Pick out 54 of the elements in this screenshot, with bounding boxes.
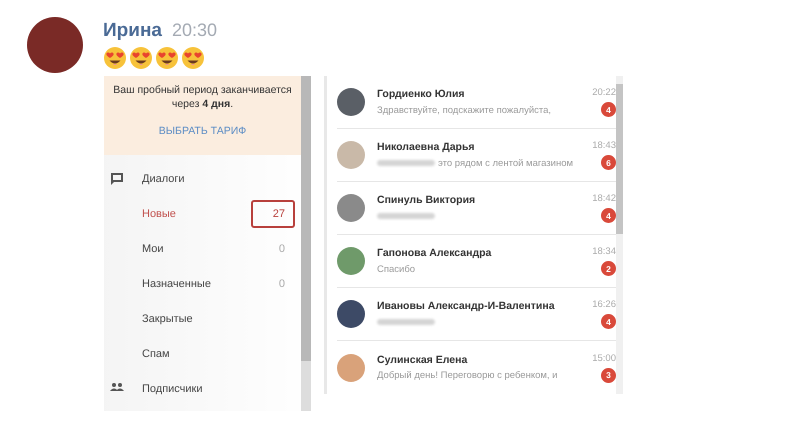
avatar-photo [337,88,365,116]
avatar-photo [337,300,365,328]
contact-name: Спинуль Виктория [377,194,476,206]
menu-item[interactable]: Мои [142,242,251,254]
dialog-item[interactable]: Гордиенко Юлия Здравствуйте, подскажите пожалуйста, 20:22 4 [337,76,616,129]
contact-name: Гапонова Александра [377,247,492,259]
menu-section[interactable]: Диалоги [142,172,293,184]
menu-item[interactable]: Назначенные [142,278,251,290]
dialog-time: 18:34 [592,246,616,257]
message-time: 20:30 [172,20,218,41]
dialog-time: 20:22 [592,87,616,98]
dialog-time: 18:42 [592,193,616,204]
dialog-time: 16:26 [592,299,616,310]
avatar-photo [337,247,365,275]
item-count: 27 [251,200,295,228]
dialog-item[interactable]: Сулинская Елена Добрый день! Переговорю с ребенком, и 15:00 3 [337,341,616,394]
unread-badge: 3 [601,368,616,382]
chat-icon [110,172,124,186]
dialog-time: 15:00 [592,352,616,364]
unread-badge: 6 [601,155,616,170]
heart-eyes-emoji-icon [181,46,205,70]
contact-name: Николаевна Дарья [377,141,476,153]
message-preview: Добрый день! Переговорю с ребенком, и [377,370,558,381]
dialog-item[interactable]: Спинуль Виктория 18:42 4 [337,182,616,235]
message-preview: это рядом с лентой магазином [438,158,574,168]
message-preview: Спасибо [377,264,416,274]
unread-badge: 4 [601,208,616,223]
author-name[interactable]: Ирина [103,20,162,42]
avatar-photo [337,194,365,222]
avatar-photo [337,354,365,382]
item-count: 0 [278,276,286,292]
dialog-item[interactable]: Ивановы Александр-И-Валентина 16:26 4 [337,288,616,341]
dialog-item[interactable]: Гапонова Александра Спасибо 18:34 2 [337,235,616,288]
contact-name: Сулинская Елена [377,354,468,366]
menu-item[interactable]: Закрытые [142,312,293,324]
dialog-item[interactable]: Николаевна Дарья это рядом с лентой магазином 18:43 6 [337,129,616,182]
dialog-time: 18:43 [592,140,616,151]
heart-eyes-emoji-icon [103,46,127,70]
contact-name: Ивановы Александр-И-Валентина [377,300,556,312]
scrollbar[interactable] [301,76,311,411]
heart-eyes-emoji-icon [129,46,153,70]
menu-item[interactable]: Спам [142,348,293,360]
unread-badge: 4 [601,314,616,329]
message-preview: Здравствуйте, подскажите пожалуйста, [377,104,552,116]
avatar-photo [337,141,365,169]
trial-notice: Ваш пробный период заканчивается через 4 дня. [112,83,293,111]
scrollbar[interactable] [616,76,623,394]
heart-eyes-emoji-icon [155,46,179,70]
item-count: 0 [278,242,286,256]
contact-name: Гордиенко Юлия [377,88,466,100]
unread-badge: 2 [601,261,616,276]
menu-section[interactable]: Подписчики [142,382,293,394]
menu-item[interactable]: Новые [142,208,251,220]
unread-badge: 4 [601,102,616,117]
